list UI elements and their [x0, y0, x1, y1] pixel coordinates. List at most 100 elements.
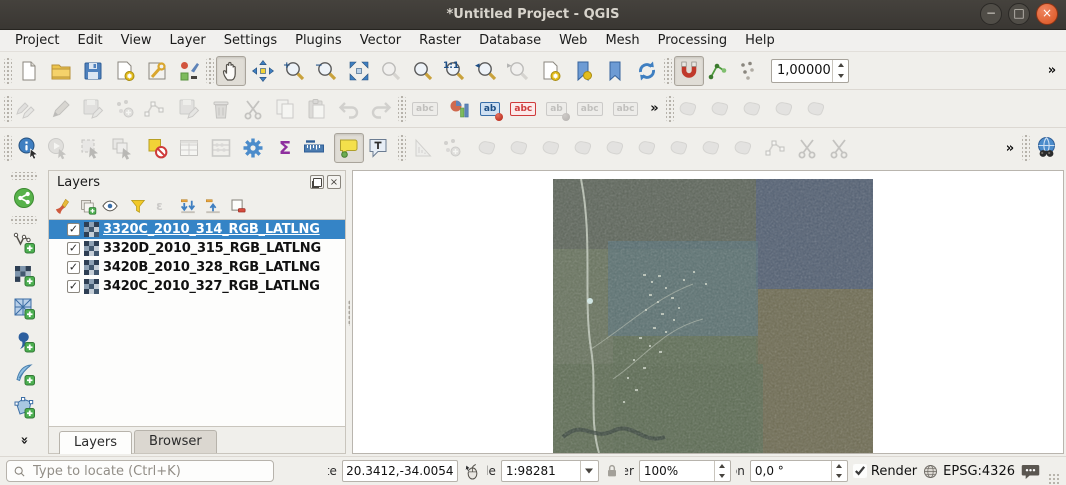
- toolbar-overflow-down-button[interactable]: »: [14, 425, 34, 455]
- close-button[interactable]: ×: [1036, 3, 1058, 25]
- zoom-native-button[interactable]: 1:1: [440, 56, 470, 86]
- window-resize-grip[interactable]: [1048, 473, 1060, 485]
- zoom-out-button[interactable]: −: [312, 56, 342, 86]
- manage-map-themes-button[interactable]: [101, 194, 125, 218]
- menu-help[interactable]: Help: [736, 32, 784, 49]
- menu-layer[interactable]: Layer: [161, 32, 215, 49]
- layer-checkbox[interactable]: ✓: [67, 280, 80, 293]
- add-spatialite-layer-button[interactable]: [9, 359, 39, 389]
- layer-diagram-button[interactable]: [444, 94, 474, 124]
- reshape-features-button[interactable]: [696, 133, 726, 163]
- delete-selected-button[interactable]: [206, 94, 236, 124]
- menu-project[interactable]: Project: [6, 32, 68, 49]
- refresh-map-button[interactable]: [632, 56, 662, 86]
- toolbar-overflow-button[interactable]: »: [644, 94, 664, 124]
- zoom-to-selection-button[interactable]: [376, 56, 406, 86]
- panel-float-button[interactable]: [310, 175, 324, 189]
- metasearch-button[interactable]: [1032, 133, 1062, 163]
- add-rectangle-button[interactable]: [772, 94, 802, 124]
- tab-browser[interactable]: Browser: [134, 430, 217, 453]
- offset-curve-button[interactable]: [728, 133, 758, 163]
- layer-row[interactable]: ✓3320C_2010_314_RGB_LATLNG: [49, 220, 345, 239]
- new-bookmark-button[interactable]: [536, 56, 566, 86]
- snapping-toggle-button[interactable]: [674, 56, 704, 86]
- filter-expression-button[interactable]: ε: [151, 194, 175, 218]
- digitize-button[interactable]: [110, 94, 140, 124]
- processing-toolbox-button[interactable]: [238, 133, 268, 163]
- menu-raster[interactable]: Raster: [410, 32, 470, 49]
- attribute-table-button[interactable]: [174, 133, 204, 163]
- style-manager-button[interactable]: [174, 56, 204, 86]
- text-annotation-button[interactable]: [366, 133, 396, 163]
- filter-legend-button[interactable]: [126, 194, 150, 218]
- spin-arrows[interactable]: [832, 60, 848, 82]
- rotation-spinbox[interactable]: 0,0 °: [750, 460, 848, 482]
- zoom-in-button[interactable]: +: [280, 56, 310, 86]
- add-regular-polygon-button[interactable]: [804, 94, 834, 124]
- menu-processing[interactable]: Processing: [649, 32, 736, 49]
- layer-labeling-button[interactable]: abc: [408, 94, 442, 124]
- extents-toggle-icon[interactable]: [463, 462, 482, 481]
- cut-features-button[interactable]: [238, 94, 268, 124]
- snapping-type-button[interactable]: [706, 56, 736, 86]
- menu-edit[interactable]: Edit: [68, 32, 111, 49]
- layer-checkbox[interactable]: ✓: [67, 242, 80, 255]
- coordinate-box[interactable]: [342, 460, 458, 482]
- modify-attributes-button[interactable]: [174, 94, 204, 124]
- magnifier-spin-arrows[interactable]: [714, 461, 730, 481]
- scale-dropdown-arrow[interactable]: [580, 461, 598, 481]
- new-print-layout-button[interactable]: [110, 56, 140, 86]
- layer-checkbox[interactable]: ✓: [67, 223, 80, 236]
- bookmark-manager-button[interactable]: [600, 56, 630, 86]
- map-canvas[interactable]: [352, 170, 1064, 454]
- menu-plugins[interactable]: Plugins: [286, 32, 351, 49]
- pin-labels-button[interactable]: ab: [476, 94, 505, 124]
- add-ring-button[interactable]: [536, 133, 566, 163]
- open-project-button[interactable]: [46, 56, 76, 86]
- split-features-button[interactable]: [792, 133, 822, 163]
- locator-input[interactable]: [31, 463, 267, 480]
- highlight-labels-button[interactable]: abc: [506, 94, 540, 124]
- move-label-button[interactable]: ab: [542, 94, 571, 124]
- open-layer-styling-button[interactable]: [51, 194, 75, 218]
- add-circle-button[interactable]: [708, 94, 738, 124]
- data-source-manager-button[interactable]: [9, 183, 39, 213]
- field-calculator-button[interactable]: [206, 133, 236, 163]
- menu-database[interactable]: Database: [470, 32, 550, 49]
- expand-all-button[interactable]: [176, 194, 200, 218]
- delete-part-button[interactable]: [664, 133, 694, 163]
- layer-row[interactable]: ✓3320D_2010_315_RGB_LATLNG: [49, 239, 345, 258]
- vertex-tool-button[interactable]: [142, 94, 172, 124]
- lock-scale-icon[interactable]: [604, 463, 620, 479]
- menu-settings[interactable]: Settings: [215, 32, 286, 49]
- layer-checkbox[interactable]: ✓: [67, 261, 80, 274]
- change-label-button[interactable]: abc: [609, 94, 643, 124]
- remove-layer-button[interactable]: [226, 194, 250, 218]
- panel-close-button[interactable]: ×: [327, 175, 341, 189]
- pan-map-button[interactable]: [216, 56, 246, 86]
- render-toggle[interactable]: Render: [853, 464, 917, 479]
- trim-extend-button[interactable]: [760, 133, 790, 163]
- magnifier-spinbox[interactable]: 100%: [639, 460, 731, 482]
- tracing-button[interactable]: [738, 56, 768, 86]
- title-bar[interactable]: *Untitled Project - QGIS −□×: [0, 0, 1066, 30]
- toolbar-overflow-button[interactable]: »: [1000, 133, 1020, 163]
- zoom-full-button[interactable]: [344, 56, 374, 86]
- run-feature-action-button[interactable]: [46, 133, 76, 163]
- show-bookmarks-button[interactable]: [568, 56, 598, 86]
- add-part-button[interactable]: [568, 133, 598, 163]
- deselect-all-button[interactable]: [142, 133, 172, 163]
- messages-button[interactable]: [1020, 461, 1041, 482]
- layer-row[interactable]: ✓3420B_2010_328_RGB_LATLNG: [49, 258, 345, 277]
- layer-row[interactable]: ✓3420C_2010_327_RGB_LATLNG: [49, 277, 345, 296]
- current-edits-button[interactable]: [14, 94, 44, 124]
- zoom-next-button[interactable]: ▸: [504, 56, 534, 86]
- copy-features-button[interactable]: [270, 94, 300, 124]
- tab-layers[interactable]: Layers: [59, 431, 132, 454]
- circular-string-button[interactable]: [676, 94, 706, 124]
- paste-features-button[interactable]: [302, 94, 332, 124]
- measure-button[interactable]: [302, 133, 332, 163]
- crs-status[interactable]: EPSG:4326: [922, 463, 1015, 480]
- select-features-button[interactable]: [78, 133, 108, 163]
- add-raster-layer-button[interactable]: [9, 260, 39, 290]
